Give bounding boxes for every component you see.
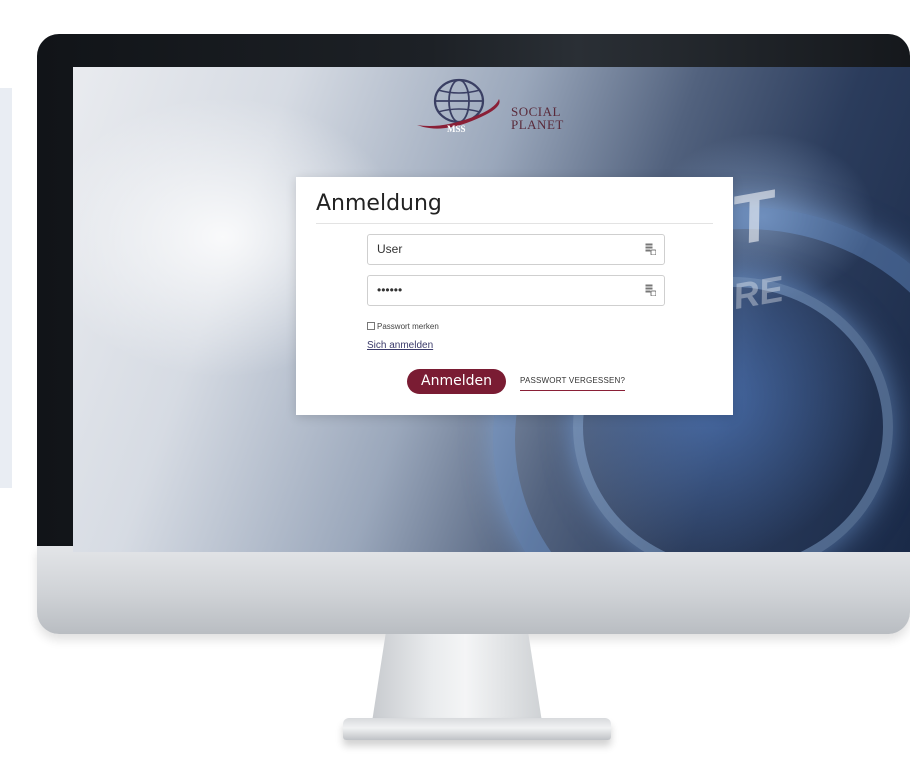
login-screen: RT RE MSS SOCIAL PLANET Anmeldung User bbox=[73, 67, 910, 552]
remember-password: Passwort merken bbox=[367, 320, 439, 332]
username-value: User bbox=[377, 242, 403, 256]
login-button[interactable]: Anmelden bbox=[407, 369, 506, 394]
globe-logo-icon: MSS bbox=[417, 78, 500, 134]
remember-password-label: Passwort merken bbox=[377, 321, 439, 331]
password-input[interactable]: •••••• bbox=[367, 275, 665, 306]
monitor-chin bbox=[37, 546, 910, 634]
credential-icon bbox=[645, 243, 656, 255]
login-card: Anmeldung User •••••• Passwort merken Si… bbox=[296, 177, 733, 415]
password-value: •••••• bbox=[377, 283, 403, 297]
left-side-panel bbox=[0, 88, 12, 488]
remember-password-checkbox[interactable] bbox=[367, 322, 375, 330]
title-divider bbox=[316, 223, 713, 224]
sign-in-link[interactable]: Sich anmelden bbox=[367, 340, 433, 351]
logo-line-2: PLANET bbox=[511, 117, 564, 132]
username-input[interactable]: User bbox=[367, 234, 665, 265]
forgot-password-link[interactable]: PASSWORT VERGESSEN? bbox=[520, 376, 626, 391]
monitor-stand bbox=[372, 634, 542, 722]
background-word: RE bbox=[729, 267, 787, 318]
monitor-stand-base bbox=[343, 718, 611, 740]
logo-badge-text: MSS bbox=[447, 124, 466, 134]
logo-wordmark: SOCIAL PLANET bbox=[511, 105, 581, 131]
login-title: Anmeldung bbox=[316, 191, 442, 216]
imac-monitor: RT RE MSS SOCIAL PLANET Anmeldung User bbox=[37, 34, 910, 634]
credential-icon bbox=[645, 284, 656, 296]
mss-social-planet-logo: MSS SOCIAL PLANET bbox=[403, 75, 573, 139]
